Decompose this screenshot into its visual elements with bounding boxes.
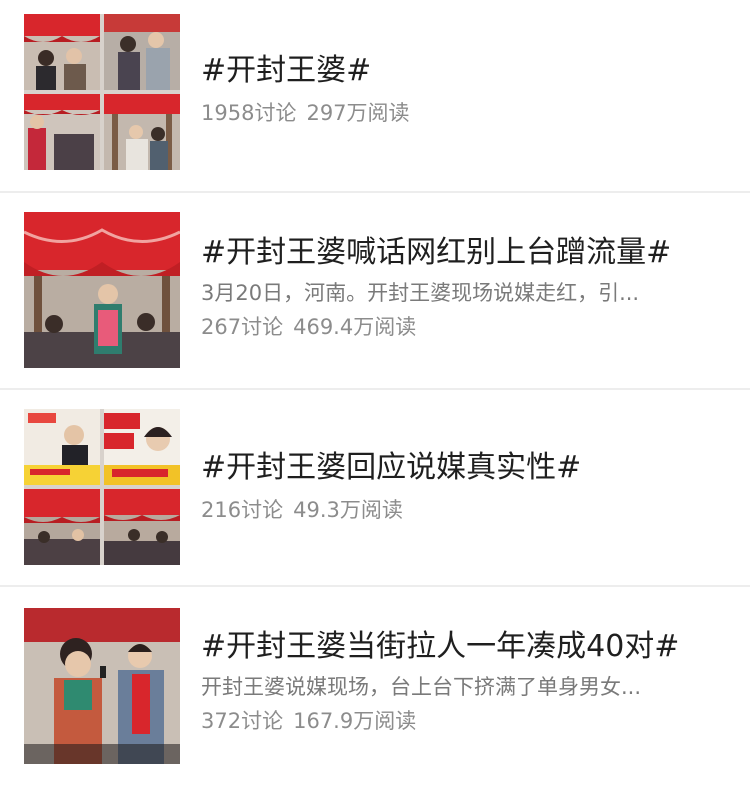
topic-stats: 267讨论 469.4万阅读 xyxy=(201,312,726,342)
thumbnail-photo xyxy=(24,94,100,170)
read-count: 49.3万阅读 xyxy=(293,498,403,522)
discussion-count: 372讨论 xyxy=(201,709,284,733)
thumbnail-photo xyxy=(24,489,100,565)
topic-item[interactable]: #开封王婆当街拉人一年凑成40对# 开封王婆说媒现场，台上台下挤满了单身男女..… xyxy=(0,590,750,786)
thumbnail-photo xyxy=(104,94,180,170)
topic-item[interactable]: #开封王婆# 1958讨论 297万阅读 xyxy=(0,0,750,196)
topic-title[interactable]: #开封王婆回应说媒真实性# xyxy=(201,449,726,487)
topic-stats: 216讨论 49.3万阅读 xyxy=(201,495,726,525)
thumbnail-photo xyxy=(24,14,100,90)
discussion-count: 267讨论 xyxy=(201,315,284,339)
thumbnail-photo xyxy=(24,409,100,485)
topic-thumbnail[interactable] xyxy=(24,608,180,764)
topic-thumbnail[interactable] xyxy=(24,14,180,170)
read-count: 297万阅读 xyxy=(306,101,410,125)
thumbnail-photo xyxy=(104,489,180,565)
topic-thumbnail[interactable] xyxy=(24,409,180,565)
topic-thumbnail[interactable] xyxy=(24,212,180,368)
read-count: 469.4万阅读 xyxy=(293,315,417,339)
topic-item[interactable]: #开封王婆喊话网红别上台蹭流量# 3月20日，河南。开封王婆现场说媒走红，引..… xyxy=(0,196,750,392)
topic-title[interactable]: #开封王婆# xyxy=(201,52,726,90)
topic-title[interactable]: #开封王婆喊话网红别上台蹭流量# xyxy=(201,234,726,272)
topic-stats: 372讨论 167.9万阅读 xyxy=(201,706,726,736)
divider xyxy=(0,585,750,587)
topic-summary: 3月20日，河南。开封王婆现场说媒走红，引... xyxy=(201,281,640,305)
topic-title[interactable]: #开封王婆当街拉人一年凑成40对# xyxy=(201,628,726,666)
discussion-count: 216讨论 xyxy=(201,498,284,522)
divider xyxy=(0,388,750,390)
topic-feed: #开封王婆# 1958讨论 297万阅读 #开封王婆喊话网红别上台蹭流量# 3月… xyxy=(0,0,750,773)
thumbnail-photo xyxy=(24,212,180,368)
thumbnail-photo xyxy=(104,409,180,485)
read-count: 167.9万阅读 xyxy=(293,709,417,733)
thumbnail-photo xyxy=(104,14,180,90)
divider xyxy=(0,191,750,193)
topic-stats: 1958讨论 297万阅读 xyxy=(201,98,726,128)
topic-summary: 开封王婆说媒现场，台上台下挤满了单身男女... xyxy=(201,675,642,699)
topic-item[interactable]: #开封王婆回应说媒真实性# 216讨论 49.3万阅读 xyxy=(0,393,750,589)
thumbnail-photo xyxy=(24,608,180,764)
discussion-count: 1958讨论 xyxy=(201,101,297,125)
